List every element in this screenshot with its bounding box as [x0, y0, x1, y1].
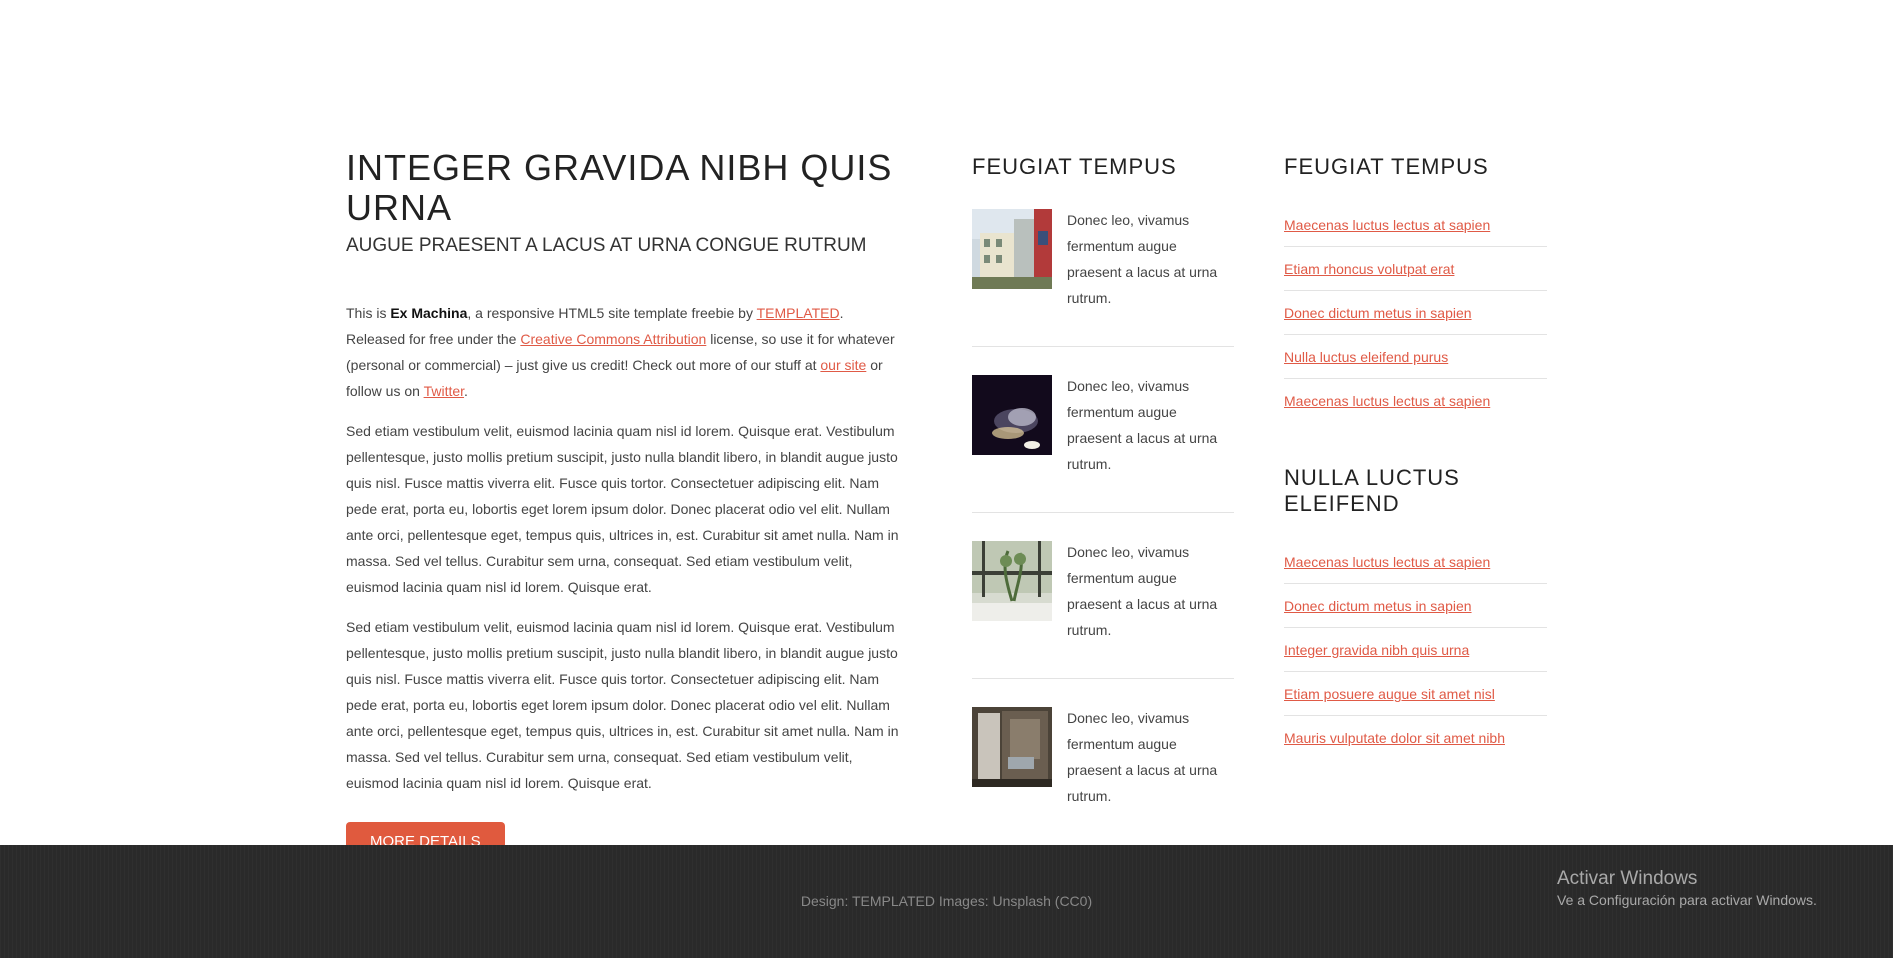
list-item: Etiam posuere augue sit amet nisl	[1284, 672, 1547, 716]
list-item: Etiam rhoncus volutpat erat	[1284, 247, 1547, 291]
links-column: FEUGIAT TEMPUS Maecenas luctus lectus at…	[1284, 154, 1547, 760]
twitter-link[interactable]: Twitter	[424, 383, 464, 399]
thumbnail-column: FEUGIAT TEMPUS Donec leo, vivamus fermen…	[972, 154, 1234, 844]
smoke-thumbnail[interactable]	[972, 375, 1052, 455]
license-link[interactable]: Creative Commons Attribution	[520, 331, 706, 347]
thumbnail-text: Donec leo, vivamus fermentum augue praes…	[1067, 378, 1218, 472]
brand-name: Ex Machina	[390, 305, 468, 321]
list-item: Nulla luctus eleifend purus	[1284, 335, 1547, 379]
links-title-1: FEUGIAT TEMPUS	[1284, 154, 1489, 179]
list-link[interactable]: Donec dictum metus in sapien	[1284, 598, 1472, 614]
main-article: INTEGER GRAVIDA NIBH QUIS URNA AUGUE PRA…	[346, 148, 906, 862]
watermark-subtitle: Ve a Configuración para activar Windows.	[1557, 892, 1817, 908]
links-title-2: NULLA LUCTUS ELEIFEND	[1284, 465, 1460, 516]
window-thumbnail[interactable]	[972, 707, 1052, 787]
list-link[interactable]: Etiam posuere augue sit amet nisl	[1284, 686, 1495, 702]
list-link[interactable]: Integer gravida nibh quis urna	[1284, 642, 1469, 658]
thumbnail-item: Donec leo, vivamus fermentum augue praes…	[972, 209, 1234, 347]
thumbnail-item: Donec leo, vivamus fermentum augue praes…	[972, 707, 1234, 844]
windows-activation-watermark: Activar Windows Ve a Configuración para …	[1557, 868, 1817, 908]
thumbnail-text: Donec leo, vivamus fermentum augue praes…	[1067, 544, 1218, 638]
watermark-title: Activar Windows	[1557, 868, 1698, 889]
thumbnail-item: Donec leo, vivamus fermentum augue praes…	[972, 375, 1234, 513]
our-site-link[interactable]: our site	[820, 357, 866, 373]
intro-text: .	[464, 383, 468, 399]
thumbnail-text: Donec leo, vivamus fermentum augue praes…	[1067, 212, 1218, 306]
list-link[interactable]: Etiam rhoncus volutpat erat	[1284, 261, 1454, 277]
list-item: Donec dictum metus in sapien	[1284, 291, 1547, 335]
list-link[interactable]: Maecenas luctus lectus at sapien	[1284, 393, 1490, 409]
list-item: Maecenas luctus lectus at sapien	[1284, 546, 1547, 584]
thumbnail-item: Donec leo, vivamus fermentum augue praes…	[972, 541, 1234, 679]
list-link[interactable]: Mauris vulputate dolor sit amet nibh	[1284, 730, 1505, 746]
list-link[interactable]: Maecenas luctus lectus at sapien	[1284, 554, 1490, 570]
list-item: Maecenas luctus lectus at sapien	[1284, 379, 1547, 423]
list-item: Donec dictum metus in sapien	[1284, 584, 1547, 628]
body-paragraph: Sed etiam vestibulum velit, euismod laci…	[346, 423, 899, 595]
page-subtitle: AUGUE PRAESENT A LACUS AT URNA CONGUE RU…	[346, 235, 867, 256]
list-item: Integer gravida nibh quis urna	[1284, 628, 1547, 672]
plant-thumbnail[interactable]	[972, 541, 1052, 621]
list-item: Maecenas luctus lectus at sapien	[1284, 209, 1547, 247]
page-content: INTEGER GRAVIDA NIBH QUIS URNA AUGUE PRA…	[0, 0, 1893, 862]
thumbnail-text: Donec leo, vivamus fermentum augue praes…	[1067, 710, 1218, 804]
list-item: Mauris vulputate dolor sit amet nibh	[1284, 716, 1547, 760]
thumbnail-list: Donec leo, vivamus fermentum augue praes…	[972, 209, 1234, 844]
list-link[interactable]: Maecenas luctus lectus at sapien	[1284, 217, 1490, 233]
link-list-1: Maecenas luctus lectus at sapien Etiam r…	[1284, 209, 1547, 423]
intro-text: , a responsive HTML5 site template freeb…	[467, 305, 757, 321]
intro-paragraph: This is Ex Machina, a responsive HTML5 s…	[346, 300, 906, 404]
list-link[interactable]: Nulla luctus eleifend purus	[1284, 349, 1448, 365]
thumbnail-column-title: FEUGIAT TEMPUS	[972, 154, 1177, 179]
link-list-2: Maecenas luctus lectus at sapien Donec d…	[1284, 546, 1547, 760]
body-paragraph: Sed etiam vestibulum velit, euismod laci…	[346, 619, 899, 791]
list-link[interactable]: Donec dictum metus in sapien	[1284, 305, 1472, 321]
page-title: INTEGER GRAVIDA NIBH QUIS URNA	[346, 147, 893, 228]
building-thumbnail[interactable]	[972, 209, 1052, 289]
templated-link[interactable]: TEMPLATED	[757, 305, 840, 321]
intro-text: This is	[346, 305, 391, 321]
